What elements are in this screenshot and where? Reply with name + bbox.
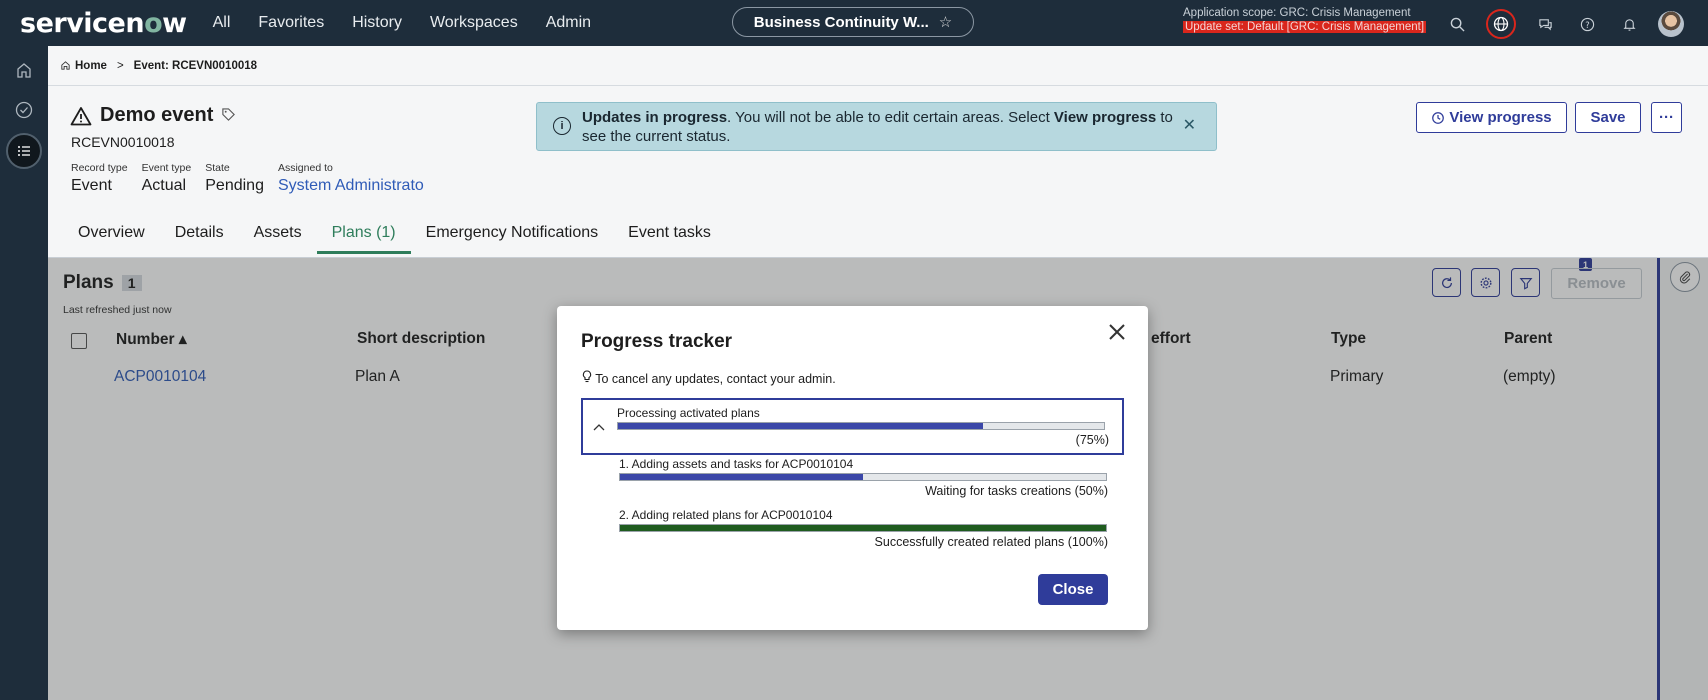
- field-record-type: Record type Event: [71, 162, 128, 194]
- nav-favorites[interactable]: Favorites: [258, 14, 324, 32]
- top-icons: ?: [1444, 9, 1684, 39]
- field-assigned-to[interactable]: Assigned to System Administrato: [278, 162, 424, 195]
- step2-progress-fill: [620, 525, 1106, 531]
- modal-overlay-right: [1657, 258, 1708, 700]
- breadcrumb: Home > Event: RCEVN0010018: [48, 46, 1708, 86]
- check-circle-icon[interactable]: [12, 98, 36, 122]
- record-fields: Record type Event Event type Actual State P…: [71, 162, 424, 195]
- workspace-pill[interactable]: Business Continuity W... ☆: [732, 7, 974, 37]
- star-icon[interactable]: ☆: [939, 13, 952, 31]
- main-progress-bar: [617, 422, 1105, 430]
- main-nav: All Favorites History Workspaces Admin: [213, 14, 591, 32]
- main-progress-label: Processing activated plans: [617, 406, 760, 420]
- home-icon[interactable]: [12, 58, 36, 82]
- tab-plans[interactable]: Plans (1): [316, 216, 411, 254]
- help-icon[interactable]: ?: [1574, 11, 1600, 37]
- servicenow-logo[interactable]: servicenow: [20, 8, 187, 39]
- nav-workspaces[interactable]: Workspaces: [430, 14, 518, 32]
- tab-details[interactable]: Details: [160, 216, 239, 254]
- tab-emergency-notifications[interactable]: Emergency Notifications: [411, 216, 614, 254]
- field-event-type: Event type Actual: [141, 162, 192, 194]
- record-title: Demo event: [70, 104, 236, 127]
- field-state: State Pending: [205, 162, 264, 194]
- bell-icon[interactable]: [1616, 11, 1642, 37]
- modal-tip: To cancel any updates, contact your admi…: [582, 370, 836, 386]
- workspace-name: Business Continuity W...: [753, 13, 929, 31]
- processing-group[interactable]: Processing activated plans (75%): [581, 398, 1124, 455]
- chevron-up-icon[interactable]: [593, 418, 605, 434]
- step1-progress-fill: [620, 474, 863, 480]
- nav-admin[interactable]: Admin: [546, 14, 591, 32]
- top-nav-bar: servicenow All Favorites History Workspa…: [0, 0, 1708, 46]
- more-options-button[interactable]: ···: [1651, 102, 1682, 133]
- main-progress-fill: [618, 423, 983, 429]
- nav-history[interactable]: History: [352, 14, 402, 32]
- tab-overview[interactable]: Overview: [63, 216, 160, 254]
- globe-icon[interactable]: [1486, 9, 1516, 39]
- list-icon[interactable]: [6, 133, 42, 169]
- main-progress-status: (75%): [1075, 433, 1109, 447]
- breadcrumb-separator: >: [116, 59, 124, 72]
- application-scope: Application scope: GRC: Crisis Managemen…: [1183, 7, 1411, 19]
- user-avatar[interactable]: [1658, 11, 1684, 37]
- tab-assets[interactable]: Assets: [239, 216, 317, 254]
- banner-text-1: . You will not be able to edit certain a…: [727, 109, 1054, 126]
- step1-label: 1. Adding assets and tasks for ACP001010…: [619, 457, 854, 471]
- step2-status: Successfully created related plans (100%…: [874, 535, 1108, 549]
- home-small-icon: [61, 61, 70, 70]
- current-crumb[interactable]: Event: RCEVN0010018: [134, 60, 257, 72]
- record-title-text: Demo event: [100, 104, 214, 126]
- step1-progress-bar: [619, 473, 1107, 481]
- step2-label: 2. Adding related plans for ACP0010104: [619, 508, 833, 522]
- banner-bold-1: Updates in progress: [582, 109, 728, 126]
- banner-close-icon[interactable]: ✕: [1183, 116, 1196, 135]
- search-icon[interactable]: [1444, 11, 1470, 37]
- left-rail: [0, 46, 48, 700]
- modal-close-icon[interactable]: [1107, 321, 1127, 349]
- home-crumb[interactable]: Home: [60, 60, 107, 72]
- modal-title: Progress tracker: [581, 331, 733, 352]
- record-tabs: Overview Details Assets Plans (1) Emerge…: [63, 216, 726, 254]
- close-button[interactable]: Close: [1038, 574, 1108, 605]
- history-icon: [1432, 111, 1445, 124]
- save-button[interactable]: Save: [1575, 102, 1641, 133]
- banner-bold-2: View progress: [1053, 109, 1157, 126]
- update-set: Update set: Default [GRC: Crisis Managem…: [1183, 21, 1427, 33]
- warning-icon: [70, 106, 92, 125]
- nav-all[interactable]: All: [213, 14, 231, 32]
- progress-tracker-modal: Progress tracker To cancel any updates, …: [557, 306, 1148, 630]
- scope-info[interactable]: Application scope: GRC: Crisis Managemen…: [1183, 6, 1427, 34]
- updates-banner: i Updates in progress. You will not be a…: [536, 102, 1217, 151]
- record-number: RCEVN0010018: [71, 134, 175, 150]
- info-icon: i: [553, 117, 571, 135]
- svg-text:?: ?: [1585, 19, 1589, 29]
- chat-icon[interactable]: [1532, 11, 1558, 37]
- step2-progress-bar: [619, 524, 1107, 532]
- view-progress-button[interactable]: View progress: [1416, 102, 1567, 133]
- step1-status: Waiting for tasks creations (50%): [925, 484, 1108, 498]
- tab-event-tasks[interactable]: Event tasks: [613, 216, 726, 254]
- lightbulb-icon: [582, 370, 595, 386]
- tag-icon[interactable]: [221, 107, 236, 125]
